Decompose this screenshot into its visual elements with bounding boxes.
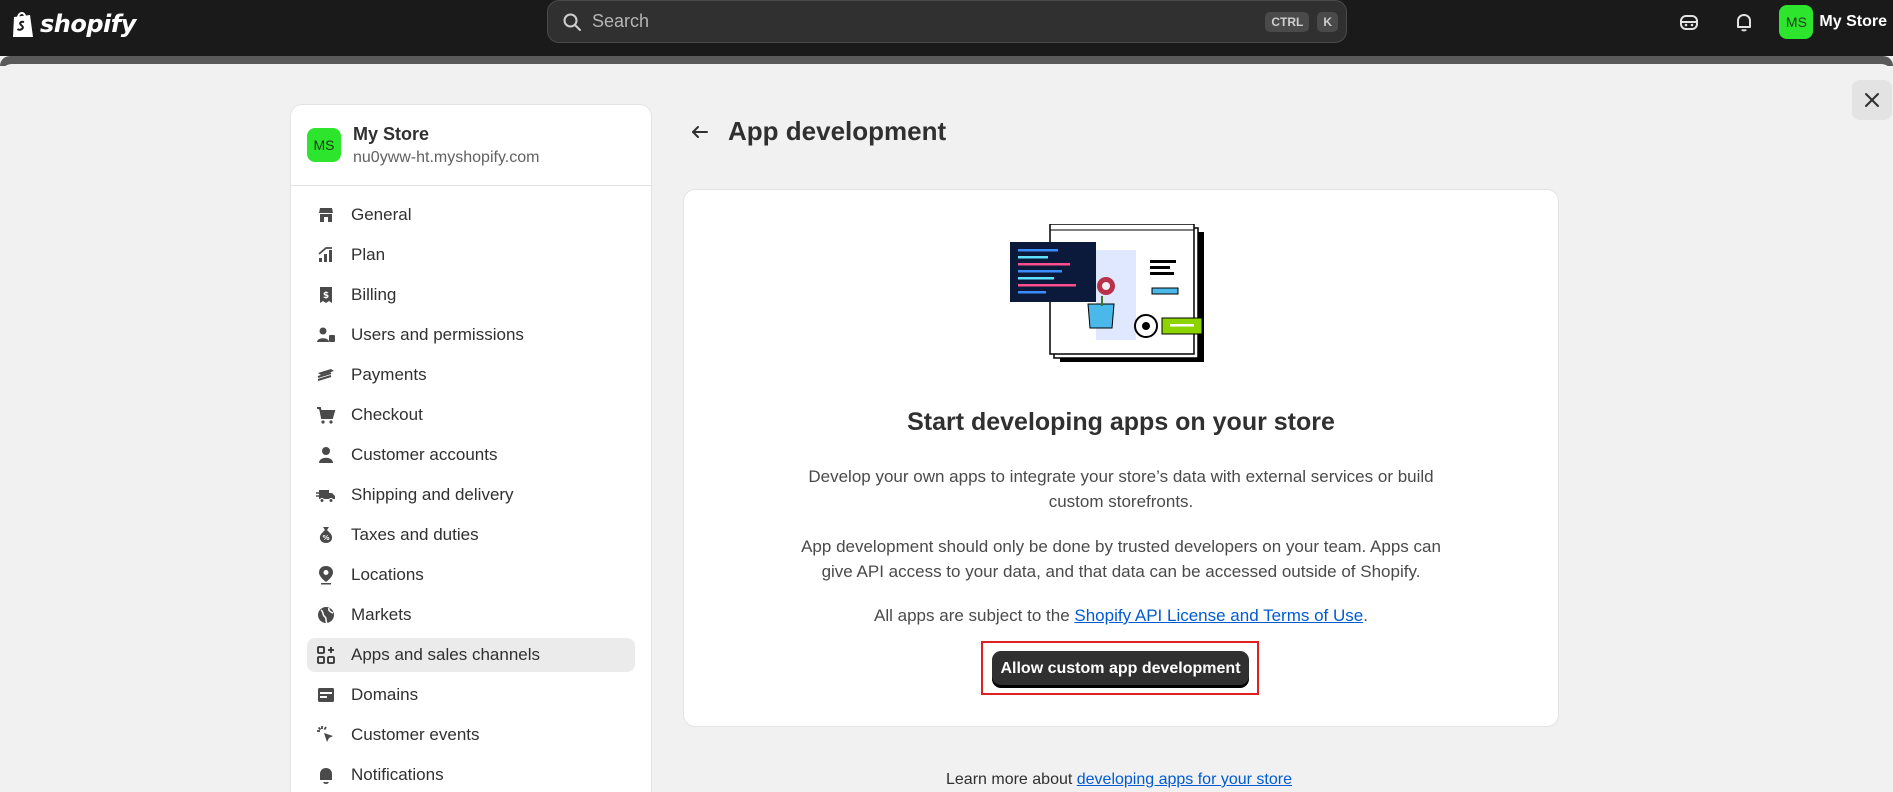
card-warning: App development should only be done by t… [684, 534, 1558, 584]
highlight-box: Allow custom app development [981, 641, 1259, 695]
sidebar-item-taxes[interactable]: % Taxes and duties [307, 518, 635, 552]
sidebar-item-label: Taxes and duties [351, 525, 479, 544]
sidebar-item-general[interactable]: General [307, 198, 635, 232]
svg-text:%: % [322, 534, 329, 542]
sidebar-item-label: Customer events [351, 725, 480, 744]
close-icon [1865, 93, 1879, 107]
sidebar-item-label: Billing [351, 285, 397, 304]
sidebar-item-label: Locations [351, 565, 424, 584]
payments-icon [315, 364, 337, 386]
billing-icon: $ [315, 284, 337, 306]
sidebar-item-label: General [351, 205, 412, 224]
location-icon [315, 564, 337, 586]
bell-icon [1737, 13, 1752, 31]
sidebar-item-customer-accounts[interactable]: Customer accounts [307, 438, 635, 472]
shopify-logo[interactable]: shopify [10, 4, 136, 44]
sidebar-item-label: Markets [351, 605, 412, 624]
sidebar-item-label: Payments [351, 365, 427, 384]
warning-line: App development should only be done by t… [801, 537, 1441, 556]
sidekick-button[interactable] [1669, 2, 1709, 42]
sidebar-item-label: Customer accounts [351, 445, 498, 464]
cart-icon [315, 404, 337, 426]
store-menu-button[interactable]: MS My Store [1779, 4, 1893, 39]
sidebar-item-locations[interactable]: Locations [307, 558, 635, 592]
app-development-illustration [1010, 224, 1204, 362]
sidebar-store-avatar: MS [307, 128, 341, 162]
sidebar-item-users[interactable]: Users and permissions [307, 318, 635, 352]
sidebar-item-label: Domains [351, 685, 419, 704]
truck-icon [315, 484, 337, 506]
sidebar-store-name: My Store [353, 123, 430, 144]
shopify-bag-icon [13, 12, 33, 37]
tax-icon: % [315, 524, 337, 546]
sidebar-item-shipping[interactable]: Shipping and delivery [307, 478, 635, 512]
sidebar-item-label: Plan [351, 245, 386, 264]
search-bar[interactable]: Search CTRL K [547, 0, 1347, 43]
settings-nav: General Plan $ Billing Users and permiss… [291, 186, 651, 792]
store-avatar: MS [1779, 4, 1814, 39]
domains-icon [315, 684, 337, 706]
plan-icon [315, 244, 337, 266]
warning-line: give API access to your data, and that d… [821, 562, 1421, 581]
top-bar-actions: MS My Store [1669, 0, 1893, 43]
store-header[interactable]: MS My Store nu0yww-ht.myshopify.com [291, 105, 651, 186]
sidebar-item-label: Checkout [351, 405, 423, 424]
store-icon [315, 204, 337, 226]
sidebar-item-label: Shipping and delivery [351, 485, 514, 504]
terms-statement: All apps are subject to the Shopify API … [684, 603, 1558, 628]
arrow-left-icon [692, 125, 708, 138]
store-name: My Store [1819, 12, 1887, 30]
sidebar-item-apps[interactable]: Apps and sales channels [307, 638, 635, 672]
sidebar-store-domain: nu0yww-ht.myshopify.com [353, 148, 540, 166]
page-title: App development [728, 116, 947, 146]
terms-suffix: . [1363, 606, 1368, 625]
api-license-link[interactable]: Shopify API License and Terms of Use [1074, 606, 1363, 625]
sidebar-item-label: Notifications [351, 765, 444, 784]
users-icon [315, 324, 337, 346]
terms-prefix: All apps are subject to the [874, 606, 1075, 625]
card-heading: Start developing apps on your store [907, 408, 1335, 436]
bell-icon [315, 764, 337, 786]
sidebar-item-label: Apps and sales channels [351, 645, 541, 664]
shortcut-ctrl-key: CTRL [1265, 11, 1310, 32]
sidebar-item-customer-events[interactable]: Customer events [307, 718, 635, 752]
close-settings-button[interactable] [1852, 80, 1892, 120]
globe-icon [315, 604, 337, 626]
sidebar-item-billing[interactable]: $ Billing [307, 278, 635, 312]
svg-text:$: $ [323, 291, 329, 301]
sidebar-item-payments[interactable]: Payments [307, 358, 635, 392]
allow-custom-app-development-button[interactable]: Allow custom app development [992, 651, 1249, 687]
sidebar-item-notifications[interactable]: Notifications [307, 758, 635, 792]
app-development-card: Start developing apps on your store Deve… [683, 189, 1559, 727]
search-icon [563, 13, 581, 31]
developing-apps-link[interactable]: developing apps for your store [1077, 771, 1292, 788]
apps-icon [315, 644, 337, 666]
description-line: Develop your own apps to integrate your … [808, 467, 1434, 486]
notifications-button[interactable] [1724, 2, 1764, 42]
sidebar-item-domains[interactable]: Domains [307, 678, 635, 712]
page-header: App development [686, 116, 946, 147]
cursor-icon [315, 724, 337, 746]
sidebar-item-plan[interactable]: Plan [307, 238, 635, 272]
card-description: Develop your own apps to integrate your … [684, 464, 1558, 514]
top-bar: shopify Search CTRL K MS My Store [0, 0, 1893, 56]
back-button[interactable] [686, 118, 714, 146]
search-placeholder: Search [592, 11, 650, 31]
person-icon [315, 444, 337, 466]
shortcut-k-key: K [1317, 11, 1338, 32]
sidebar-item-checkout[interactable]: Checkout [307, 398, 635, 432]
learn-more-prefix: Learn more about [946, 771, 1077, 788]
description-line: custom storefronts. [1048, 492, 1194, 511]
sidebar-item-label: Users and permissions [351, 325, 524, 344]
settings-sidebar: MS My Store nu0yww-ht.myshopify.com Gene… [290, 104, 652, 792]
sidebar-item-markets[interactable]: Markets [307, 598, 635, 632]
sidekick-icon [1680, 14, 1699, 30]
brand-name: shopify [40, 10, 136, 38]
